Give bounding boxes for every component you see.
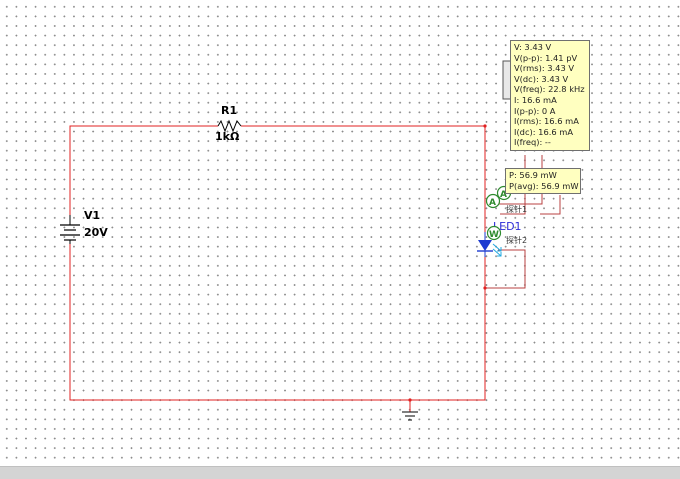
wires[interactable]: [69, 125, 486, 412]
wire-bottom[interactable]: [69, 244, 486, 401]
source-value: 20V: [84, 226, 108, 239]
resistor-ref: R1: [221, 104, 237, 117]
dc-source-v1[interactable]: V1 20V: [60, 209, 108, 244]
ammeter-letter: A: [489, 198, 496, 208]
led-symbol[interactable]: [478, 240, 492, 251]
junction-dot: [483, 286, 487, 290]
probe1-vpp: V(p-p): 1.41 pV: [514, 52, 578, 63]
led-light-arrows-icon: [492, 243, 502, 257]
wire-left-top[interactable]: [69, 125, 218, 215]
junction-dot: [408, 398, 412, 402]
probe1-readout[interactable]: V: 3.43 V V(p-p): 1.41 pV V(rms): 3.43 V…: [510, 40, 590, 151]
probe2-pavg: P(avg): 56.9 mW: [509, 180, 579, 191]
status-bar: [0, 466, 680, 479]
probe1-v: V: 3.43 V: [514, 42, 552, 52]
ground-symbol[interactable]: [402, 411, 418, 421]
probe1-vrms: V(rms): 3.43 V: [514, 63, 575, 74]
schematic-canvas[interactable]: R1 1kΩ V1 20V LED1 A A W 探针1 探针2 V: 3.43…: [0, 0, 680, 466]
probe1-idc: I(dc): 16.6 mA: [514, 126, 574, 137]
probe1-i: I: 16.6 mA: [514, 94, 557, 105]
probe1-ipp: I(p-p): 0 A: [514, 105, 556, 116]
resistor-value: 1kΩ: [215, 130, 240, 143]
probe2-p: P: 56.9 mW: [509, 170, 557, 180]
probe1-vfreq: V(freq): 22.8 kHz: [514, 84, 585, 95]
wattmeter-symbol[interactable]: W: [486, 225, 502, 241]
probe1-ifreq: I(freq): --: [514, 137, 551, 148]
source-ref: V1: [84, 209, 100, 222]
ammeter-symbol[interactable]: A: [485, 193, 501, 209]
probe1-vdc: V(dc): 3.43 V: [514, 73, 569, 84]
wire-top-right[interactable]: [241, 125, 486, 232]
resistor-r1[interactable]: R1 1kΩ: [215, 104, 242, 143]
probe2-tag: 探针2: [506, 235, 527, 245]
junction-dot: [483, 124, 487, 128]
probe1-tag: 探针1: [506, 204, 527, 214]
probe1-irms: I(rms): 16.6 mA: [514, 116, 579, 127]
probe2-readout[interactable]: P: 56.9 mW P(avg): 56.9 mW: [505, 168, 581, 195]
wattmeter-letter: W: [489, 230, 499, 240]
